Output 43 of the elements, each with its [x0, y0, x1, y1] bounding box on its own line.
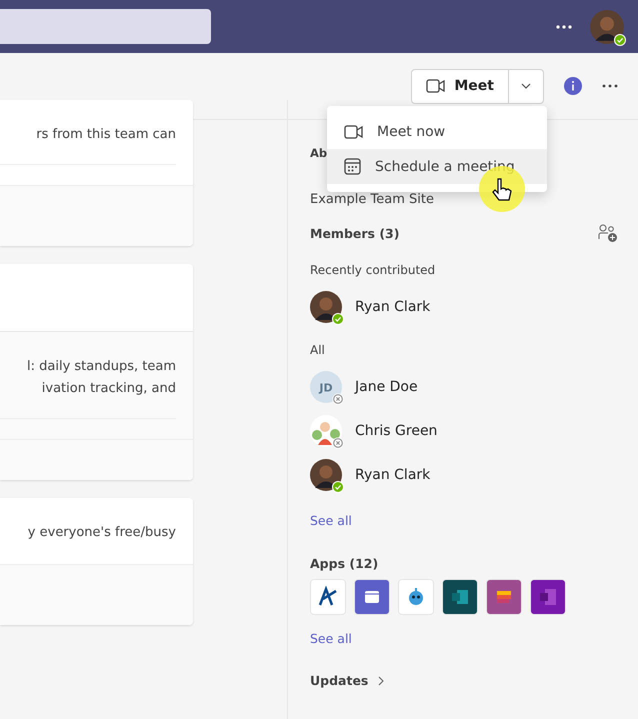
- member-name: Ryan Clark: [355, 299, 430, 315]
- see-all-link[interactable]: See all: [310, 631, 352, 646]
- more-icon[interactable]: [556, 24, 572, 28]
- search-field[interactable]: [0, 9, 211, 44]
- app-tile[interactable]: [310, 579, 346, 615]
- members-heading: Members (3): [310, 226, 400, 240]
- updates-button[interactable]: Updates: [310, 673, 384, 688]
- calendar-icon: [344, 158, 361, 175]
- app-tile[interactable]: [398, 579, 434, 615]
- video-camera-icon: [344, 124, 363, 138]
- menu-item-label: Schedule a meeting: [375, 158, 515, 174]
- member-name: Ryan Clark: [355, 467, 430, 483]
- initials-avatar: JD: [310, 371, 342, 403]
- group-label: All: [310, 343, 326, 357]
- apps-heading: Apps (12): [310, 556, 380, 571]
- app-tile[interactable]: [486, 579, 522, 615]
- avatar: [310, 415, 342, 447]
- avatar: [310, 459, 342, 491]
- chevron-right-icon: [378, 676, 384, 686]
- menu-item[interactable]: Schedule a meeting: [327, 149, 547, 184]
- post-text: y everyone's free/busy: [26, 524, 176, 542]
- post-text: ivation tracking, and: [40, 380, 176, 398]
- video-camera-icon: [426, 79, 446, 93]
- section-heading: Ab: [310, 146, 328, 160]
- avatar: [590, 10, 624, 44]
- group-label: Recently contributed: [310, 263, 436, 277]
- chevron-down-icon: [521, 83, 531, 89]
- add-person-icon[interactable]: [598, 223, 618, 243]
- more-icon[interactable]: [602, 84, 618, 88]
- menu-item[interactable]: Meet now: [327, 114, 547, 149]
- info-icon[interactable]: [564, 77, 582, 95]
- member-name: Chris Green: [355, 423, 438, 439]
- post-text: rs from this team can: [35, 126, 176, 144]
- app-tile[interactable]: [530, 579, 566, 615]
- see-all-link[interactable]: See all: [310, 513, 352, 528]
- menu-item-label: Meet now: [377, 124, 446, 140]
- member-name: Jane Doe: [355, 379, 418, 395]
- team-site-name: Example Team Site: [310, 192, 434, 207]
- available-status-icon: [614, 34, 626, 46]
- app-tile[interactable]: [354, 579, 390, 615]
- avatar: [310, 291, 342, 323]
- post-text: l: daily standups, team: [26, 358, 176, 376]
- app-tile[interactable]: [442, 579, 478, 615]
